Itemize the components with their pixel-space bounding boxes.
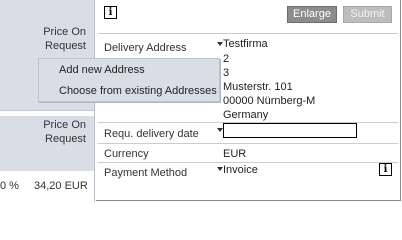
requ-delivery-date-label: Requ. delivery date: [104, 128, 199, 140]
row-divider: [98, 162, 398, 163]
payment-info-icon[interactable]: i: [379, 163, 392, 176]
payment-method-value[interactable]: Invoice: [223, 164, 258, 176]
address-line: Musterstr. 101: [223, 81, 293, 93]
info-icon[interactable]: i: [104, 6, 117, 19]
submit-button[interactable]: Submit: [343, 6, 392, 23]
enlarge-button[interactable]: Enlarge: [287, 6, 337, 23]
price-on-request-line2-b: Request: [45, 133, 86, 145]
payment-method-label: Payment Method: [104, 167, 188, 179]
row-divider: [98, 33, 398, 34]
address-context-menu: Add new Address Choose from existing Add…: [38, 58, 220, 102]
address-line: 00000 Nürnberg-M: [223, 95, 316, 107]
address-line: Testfirma: [223, 38, 268, 50]
address-line: 2: [223, 53, 230, 65]
total-amount: 34,20 EUR: [34, 180, 88, 192]
price-on-request-line2: Request: [45, 40, 86, 52]
delivery-address-label: Delivery Address: [104, 42, 187, 54]
currency-label: Currency: [104, 148, 149, 160]
toolbar: i Enlarge Submit: [96, 0, 401, 30]
order-screen: Price On Request Price On Request 0 % 34…: [0, 0, 402, 202]
menu-item-choose-existing-address[interactable]: Choose from existing Addresses: [59, 84, 217, 98]
menu-item-add-new-address[interactable]: Add new Address: [59, 63, 145, 77]
bottom-total-row: 0 % 34,20 EUR: [0, 180, 94, 194]
address-line: Germany: [223, 109, 269, 121]
discount-percent: 0 %: [0, 180, 19, 192]
price-on-request-line1: Price On: [43, 26, 86, 38]
left-divider: [0, 110, 94, 111]
currency-value: EUR: [223, 148, 247, 160]
address-line: 3: [223, 67, 230, 79]
price-on-request-line1-b: Price On: [43, 119, 86, 131]
row-divider: [98, 143, 398, 144]
requ-delivery-date-input[interactable]: [223, 123, 357, 138]
